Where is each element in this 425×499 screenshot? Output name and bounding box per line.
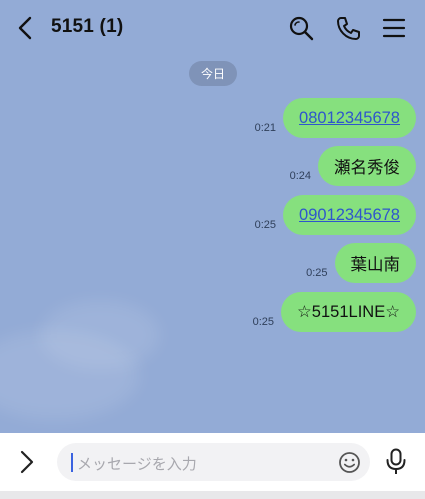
message-time: 0:25 xyxy=(306,267,328,279)
date-separator: 今日 xyxy=(189,61,237,86)
message-time: 0:24 xyxy=(289,170,311,182)
menu-icon xyxy=(382,18,406,38)
search-icon xyxy=(289,16,314,41)
back-chevron-icon xyxy=(18,16,32,40)
message-input-placeholder: メッセージを入力 xyxy=(77,455,197,473)
message-bubble-phone-link[interactable]: 08012345678 xyxy=(283,98,416,138)
message-row: 0:25 09012345678 xyxy=(255,195,416,235)
message-bubble-phone-link[interactable]: 09012345678 xyxy=(283,195,416,235)
chat-area[interactable]: 5151 (1) 今日 0:21 08012345678 0:24 瀬名秀俊 0… xyxy=(0,0,425,433)
emoji-button[interactable] xyxy=(337,450,362,475)
message-time: 0:21 xyxy=(254,122,277,134)
message-input[interactable]: メッセージを入力 xyxy=(57,443,370,481)
message-row: 0:25 ☆5151LINE☆ xyxy=(253,292,416,332)
expand-chevron-icon xyxy=(20,450,34,474)
chat-header: 5151 (1) xyxy=(0,0,425,58)
message-row: 0:24 瀬名秀俊 xyxy=(290,146,416,186)
menu-button[interactable] xyxy=(380,13,408,43)
message-row: 0:25 葉山南 xyxy=(306,243,416,283)
message-bubble[interactable]: 瀬名秀俊 xyxy=(318,146,416,186)
voice-input-button[interactable] xyxy=(381,446,411,478)
background-cloud xyxy=(40,300,160,370)
message-time: 0:25 xyxy=(252,316,275,328)
bottom-edge xyxy=(0,491,425,499)
call-button[interactable] xyxy=(334,13,362,43)
emoji-icon xyxy=(339,452,360,473)
back-button[interactable] xyxy=(12,14,38,42)
message-time: 0:25 xyxy=(254,219,277,231)
text-caret xyxy=(71,453,73,472)
message-bubble[interactable]: 葉山南 xyxy=(334,243,416,283)
message-input-bar: メッセージを入力 xyxy=(0,433,425,491)
microphone-icon xyxy=(386,448,406,474)
phone-icon xyxy=(337,17,360,40)
search-button[interactable] xyxy=(287,13,315,43)
chat-title: 5151 (1) xyxy=(51,16,124,37)
message-bubble[interactable]: ☆5151LINE☆ xyxy=(281,292,416,332)
expand-menu-button[interactable] xyxy=(14,448,40,476)
message-row: 0:21 08012345678 xyxy=(255,98,416,138)
